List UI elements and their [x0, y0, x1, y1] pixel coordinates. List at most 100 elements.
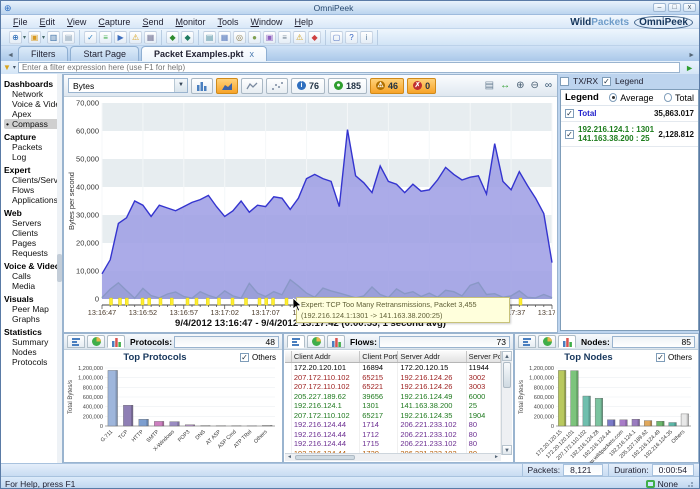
sidebar-item-network[interactable]: Network: [4, 89, 62, 99]
menu-window[interactable]: Window: [245, 16, 289, 28]
chart-type-line-button[interactable]: [241, 78, 263, 94]
zoom-in-icon[interactable]: ⊕: [515, 80, 525, 91]
capture-new-icon[interactable]: ⊕: [9, 31, 22, 44]
info-icon[interactable]: i: [360, 31, 373, 44]
chart-type-points-button[interactable]: [266, 78, 288, 94]
menu-edit[interactable]: Edit: [34, 16, 62, 28]
sidebar-item-calls[interactable]: Calls: [4, 271, 62, 281]
flows-header-server-addr[interactable]: Server Addr: [398, 351, 466, 362]
protocols-hbar-view-icon[interactable]: [67, 335, 85, 348]
window-layout-icon[interactable]: ▢: [330, 31, 343, 44]
nodes-pie-view-icon[interactable]: [538, 335, 556, 348]
scroll-up-icon[interactable]: ▲: [502, 351, 512, 361]
summary-icon[interactable]: ▤: [203, 31, 216, 44]
protocols-bar-chart[interactable]: 1,200,0001,000,000800,000600,000400,0002…: [65, 364, 281, 466]
scroll-right-icon[interactable]: ►: [492, 454, 501, 461]
chart-type-bars-button[interactable]: [191, 78, 213, 94]
legend-row-checkbox[interactable]: ✓: [565, 109, 574, 118]
alert-packet-icon[interactable]: ⚠: [129, 31, 142, 44]
sidebar-item-apex[interactable]: Apex: [4, 109, 62, 119]
nodes-bar-view-icon[interactable]: [558, 335, 576, 348]
alarms-icon[interactable]: ⚠: [293, 31, 306, 44]
sidebar-item-clients-servers[interactable]: Clients/Servers: [4, 175, 62, 185]
tab-close-icon[interactable]: x: [250, 49, 255, 59]
menu-help[interactable]: Help: [289, 16, 320, 28]
note-icon[interactable]: ≡: [99, 31, 112, 44]
save-icon[interactable]: ▥: [47, 31, 60, 44]
units-select-arrow-icon[interactable]: ▼: [174, 79, 187, 92]
sidebar-item-compass[interactable]: Compass: [4, 119, 62, 129]
sidebar-item-protocols[interactable]: Protocols: [4, 357, 62, 367]
find-icon[interactable]: ∞: [544, 80, 553, 91]
filter-expression-input[interactable]: [18, 62, 680, 73]
flows-bar-view-icon[interactable]: [327, 335, 345, 348]
sidebar-item-applications[interactable]: Applications: [4, 195, 62, 205]
nodes-hbar-view-icon[interactable]: [518, 335, 536, 348]
sidebar-item-graphs[interactable]: Graphs: [4, 314, 62, 324]
minimize-button[interactable]: –: [653, 3, 666, 12]
table-row[interactable]: 207.172.110.10265217192.216.124.351904: [285, 411, 501, 421]
insert-filter-icon[interactable]: ◆: [181, 31, 194, 44]
sidebar-item-requests[interactable]: Requests: [4, 248, 62, 258]
filter-funnel-icon[interactable]: ▼: [3, 63, 11, 72]
sidebar-item-pages[interactable]: Pages: [4, 238, 62, 248]
zoom-out-icon[interactable]: ⊖: [529, 80, 539, 91]
scroll-left-icon[interactable]: ◄: [285, 454, 294, 461]
open-file-icon-dropdown[interactable]: ▾: [42, 34, 45, 41]
graphs-icon[interactable]: ▦: [218, 31, 231, 44]
flows-pie-view-icon[interactable]: [307, 335, 325, 348]
tab-scroll-left-icon[interactable]: ◄: [5, 52, 18, 61]
menu-monitor[interactable]: Monitor: [169, 16, 211, 28]
sidebar-item-packets[interactable]: Packets: [4, 142, 62, 152]
select-packets-icon[interactable]: ✓: [84, 31, 97, 44]
table-row[interactable]: 172.20.120.10116894172.20.120.1511944: [285, 363, 501, 373]
copy-packets-icon[interactable]: ▦: [144, 31, 157, 44]
tab-packet-examples-pkt[interactable]: Packet Examples.pktx: [141, 46, 267, 61]
go-to-packet-icon[interactable]: ▶: [114, 31, 127, 44]
info-count-button[interactable]: i76: [291, 78, 325, 94]
total-radio[interactable]: [664, 93, 672, 102]
flows-header-client-addr[interactable]: Client Addr: [292, 351, 360, 362]
average-radio[interactable]: [609, 93, 617, 102]
table-row[interactable]: 192.216.124.441715206.221.233.10280: [285, 439, 501, 449]
protocols-icon[interactable]: ▣: [263, 31, 276, 44]
resize-grip[interactable]: [687, 480, 695, 488]
error-count-button[interactable]: ✗0: [407, 78, 436, 94]
units-select[interactable]: Bytes ▼: [68, 78, 188, 93]
sidebar-item-peer-map[interactable]: Peer Map: [4, 304, 62, 314]
make-filter-icon[interactable]: ◆: [166, 31, 179, 44]
warning-count-button[interactable]: ⚠46: [370, 78, 404, 94]
menu-tools[interactable]: Tools: [212, 16, 245, 28]
table-row[interactable]: 207.172.110.10265221192.216.124.263003: [285, 382, 501, 392]
apply-filter-icon[interactable]: ►: [682, 63, 697, 73]
sidebar-item-flows[interactable]: Flows: [4, 185, 62, 195]
flows-header-server-port[interactable]: Server Port: [467, 351, 501, 362]
table-row[interactable]: 205.227.189.6239656192.216.124.496000: [285, 392, 501, 402]
sidebar-item-media[interactable]: Media: [4, 281, 62, 291]
ok-count-button[interactable]: ●185: [328, 78, 367, 94]
flows-horizontal-scrollbar[interactable]: ◄ ►: [285, 453, 501, 461]
tab-start-page[interactable]: Start Page: [70, 46, 139, 61]
nodes-others-checkbox[interactable]: ✓: [656, 353, 665, 362]
flows-header-client-port[interactable]: Client Port: [360, 351, 398, 362]
sidebar-scrollbar[interactable]: [57, 74, 62, 463]
protocols-bar-view-icon[interactable]: [107, 335, 125, 348]
close-button[interactable]: x: [683, 3, 696, 12]
print-icon[interactable]: ▤: [62, 31, 75, 44]
tab-scroll-right-icon[interactable]: ►: [686, 52, 699, 61]
sidebar-item-log[interactable]: Log: [4, 152, 62, 162]
flows-vertical-scrollbar[interactable]: ▲ ▼: [501, 351, 512, 455]
sidebar-item-nodes[interactable]: Nodes: [4, 347, 62, 357]
maximize-button[interactable]: □: [668, 3, 681, 12]
nodes-icon[interactable]: ●: [248, 31, 261, 44]
sidebar-item-voice-video[interactable]: Voice & Video: [4, 99, 62, 109]
table-row[interactable]: 192.216.124.441712206.221.233.10280: [285, 430, 501, 440]
tab-filters[interactable]: Filters: [18, 46, 69, 61]
log-icon[interactable]: ≡: [278, 31, 291, 44]
filter-dropdown-icon[interactable]: ▾: [13, 64, 16, 71]
menu-view[interactable]: View: [61, 16, 92, 28]
protocols-others-checkbox[interactable]: ✓: [240, 353, 249, 362]
flows-table[interactable]: Client AddrClient PortServer AddrServer …: [285, 351, 501, 455]
table-row[interactable]: 192.216.124.441714206.221.233.10280: [285, 420, 501, 430]
print-chart-icon[interactable]: ▤: [484, 80, 495, 91]
